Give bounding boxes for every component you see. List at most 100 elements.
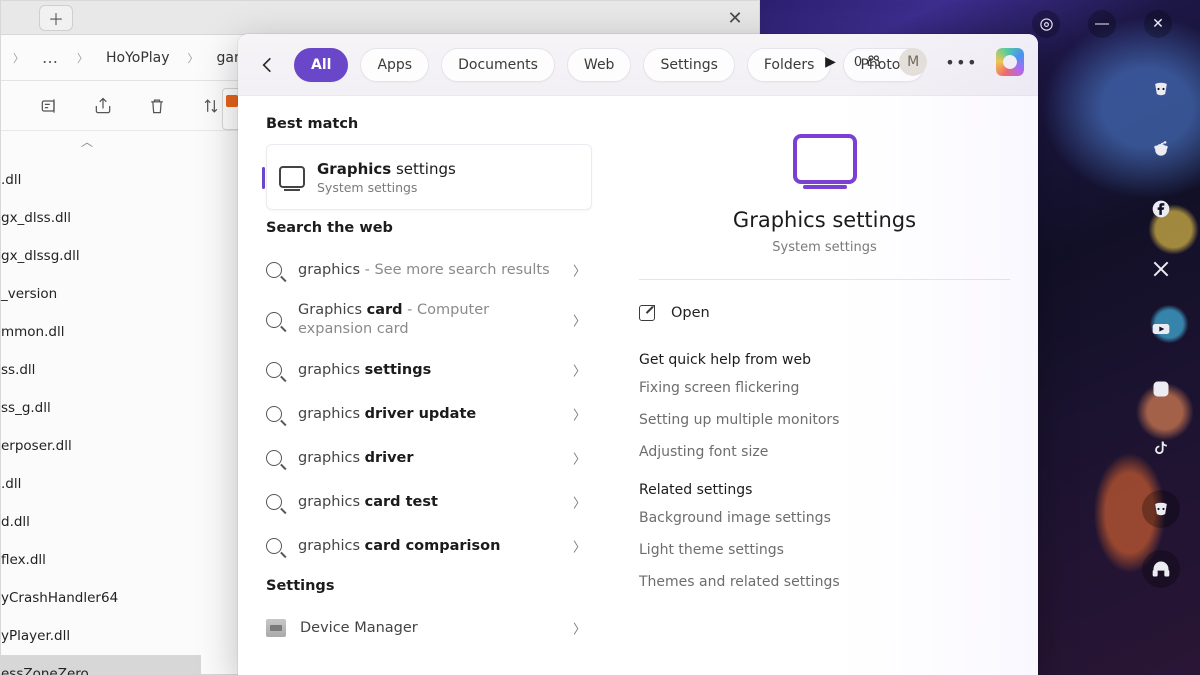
new-tab-button[interactable]: ＋ bbox=[39, 5, 73, 31]
web-result[interactable]: graphics - See more search results〉 bbox=[266, 248, 592, 292]
filter-tab-web[interactable]: Web bbox=[567, 48, 632, 82]
web-result-text: graphics card test bbox=[298, 493, 464, 512]
web-result[interactable]: graphics settings〉 bbox=[266, 348, 592, 392]
file-row[interactable]: erposer.dll bbox=[1, 427, 201, 465]
play-icon[interactable]: ▶ bbox=[825, 54, 836, 70]
web-result[interactable]: graphics card test 〉 bbox=[266, 480, 592, 524]
device-manager-icon bbox=[266, 619, 286, 637]
open-action[interactable]: Open bbox=[639, 296, 1010, 330]
web-result[interactable]: graphics driver update〉 bbox=[266, 392, 592, 436]
web-result[interactable]: Graphics card - Computer expansion card〉 bbox=[266, 292, 592, 348]
section-settings: Settings bbox=[266, 578, 592, 594]
filter-tab-apps[interactable]: Apps bbox=[360, 48, 429, 82]
section-search-web: Search the web bbox=[266, 220, 592, 236]
chevron-right-icon: 〉 bbox=[573, 493, 586, 512]
youtube-icon[interactable] bbox=[1142, 310, 1180, 348]
search-icon bbox=[266, 312, 282, 328]
chevron-right-icon: 〉 bbox=[186, 50, 201, 66]
search-icon bbox=[266, 450, 282, 466]
file-row[interactable]: .dll bbox=[1, 465, 201, 503]
filter-tab-all[interactable]: All bbox=[294, 48, 348, 82]
file-row[interactable]: yCrashHandler64 bbox=[1, 579, 201, 617]
search-icon bbox=[266, 494, 282, 510]
settings-result[interactable]: Device Manager 〉 bbox=[266, 606, 592, 650]
file-row[interactable]: d.dll bbox=[1, 503, 201, 541]
rewards-points[interactable]: 0 bbox=[854, 54, 881, 70]
help-link[interactable]: Themes and related settings bbox=[639, 574, 1010, 590]
search-filter-bar: AllAppsDocumentsWebSettingsFoldersPhotos… bbox=[238, 34, 1038, 96]
discord2-icon[interactable] bbox=[1142, 490, 1180, 528]
back-button[interactable] bbox=[250, 48, 284, 82]
filter-tab-folders[interactable]: Folders bbox=[747, 48, 832, 82]
breadcrumb-item[interactable]: HoYoPlay bbox=[106, 50, 170, 66]
chevron-right-icon: 〉 bbox=[573, 619, 586, 638]
help-link[interactable]: Setting up multiple monitors bbox=[639, 412, 1010, 428]
sort-icon[interactable] bbox=[201, 96, 221, 116]
help-link[interactable]: Background image settings bbox=[639, 510, 1010, 526]
display-icon bbox=[279, 166, 305, 188]
divider bbox=[639, 279, 1010, 280]
web-result-text: graphics - See more search results bbox=[298, 261, 576, 280]
web-result[interactable]: graphics driver 〉 bbox=[266, 436, 592, 480]
file-list: .dllgx_dlss.dllgx_dlssg.dll_versionmmon.… bbox=[1, 161, 201, 675]
filter-tab-settings[interactable]: Settings bbox=[643, 48, 734, 82]
chevron-right-icon: 〉 bbox=[573, 537, 586, 556]
web-result-text: Graphics card - Computer expansion card bbox=[298, 301, 592, 339]
rename-icon[interactable] bbox=[39, 96, 59, 116]
facebook-icon[interactable] bbox=[1142, 190, 1180, 228]
search-icon bbox=[266, 406, 282, 422]
best-match-title: Graphics settings bbox=[317, 160, 456, 178]
display-icon bbox=[793, 134, 857, 184]
web-result[interactable]: graphics card comparison 〉 bbox=[266, 524, 592, 568]
filter-tab-documents[interactable]: Documents bbox=[441, 48, 555, 82]
search-results-list: Best match Graphics settings System sett… bbox=[238, 96, 610, 675]
file-row[interactable]: ss_g.dll bbox=[1, 389, 201, 427]
file-row[interactable]: mmon.dll bbox=[1, 313, 201, 351]
reddit-icon[interactable] bbox=[1142, 130, 1180, 168]
more-options-icon[interactable]: ••• bbox=[945, 53, 978, 72]
chevron-right-icon: 〉 bbox=[573, 361, 586, 380]
file-row[interactable]: ss.dll bbox=[1, 351, 201, 389]
game-window-buttons: ― ✕ bbox=[1032, 10, 1172, 38]
share-icon[interactable] bbox=[93, 96, 113, 116]
search-icon bbox=[266, 262, 282, 278]
collapse-icon[interactable]: ︿ bbox=[81, 133, 93, 150]
search-icon bbox=[266, 538, 282, 554]
web-result-text: graphics driver bbox=[298, 449, 440, 468]
file-row[interactable]: .dll bbox=[1, 161, 201, 199]
help-link[interactable]: Adjusting font size bbox=[639, 444, 1010, 460]
x-icon[interactable] bbox=[1142, 250, 1180, 288]
search-icon bbox=[266, 362, 282, 378]
file-row[interactable]: flex.dll bbox=[1, 541, 201, 579]
best-match-result[interactable]: Graphics settings System settings bbox=[266, 144, 592, 210]
chevron-right-icon: 〉 bbox=[11, 50, 26, 66]
instagram-icon[interactable] bbox=[1142, 370, 1180, 408]
headset-icon[interactable] bbox=[1142, 550, 1180, 588]
file-row[interactable]: essZoneZero bbox=[1, 655, 201, 675]
chevron-right-icon: 〉 bbox=[573, 261, 586, 280]
open-label: Open bbox=[671, 305, 710, 321]
discord-icon[interactable] bbox=[1142, 70, 1180, 108]
file-row[interactable]: gx_dlssg.dll bbox=[1, 237, 201, 275]
chevron-right-icon: 〉 bbox=[573, 405, 586, 424]
chevron-right-icon: 〉 bbox=[573, 449, 586, 468]
search-detail-pane: Graphics settings System settings Open G… bbox=[610, 96, 1038, 675]
file-row[interactable]: gx_dlss.dll bbox=[1, 199, 201, 237]
help-link[interactable]: Fixing screen flickering bbox=[639, 380, 1010, 396]
chevron-right-icon: 〉 bbox=[573, 311, 586, 330]
user-avatar[interactable]: M bbox=[899, 48, 927, 76]
window-close-button[interactable]: ✕ bbox=[711, 1, 759, 35]
web-result-text: graphics card comparison bbox=[298, 537, 526, 556]
help-section-header: Get quick help from web bbox=[639, 352, 1010, 368]
file-row[interactable]: _version bbox=[1, 275, 201, 313]
help-link[interactable]: Light theme settings bbox=[639, 542, 1010, 558]
delete-icon[interactable] bbox=[147, 96, 167, 116]
copilot-icon[interactable] bbox=[996, 48, 1024, 76]
breadcrumb-overflow[interactable]: … bbox=[42, 48, 59, 67]
file-row[interactable]: yPlayer.dll bbox=[1, 617, 201, 655]
chevron-right-icon: 〉 bbox=[75, 50, 90, 66]
tiktok-icon[interactable] bbox=[1142, 430, 1180, 468]
related-section-header: Related settings bbox=[639, 482, 1010, 498]
window-close-button[interactable]: ✕ bbox=[1144, 10, 1172, 38]
window-minimize-button[interactable]: ― bbox=[1088, 10, 1116, 38]
